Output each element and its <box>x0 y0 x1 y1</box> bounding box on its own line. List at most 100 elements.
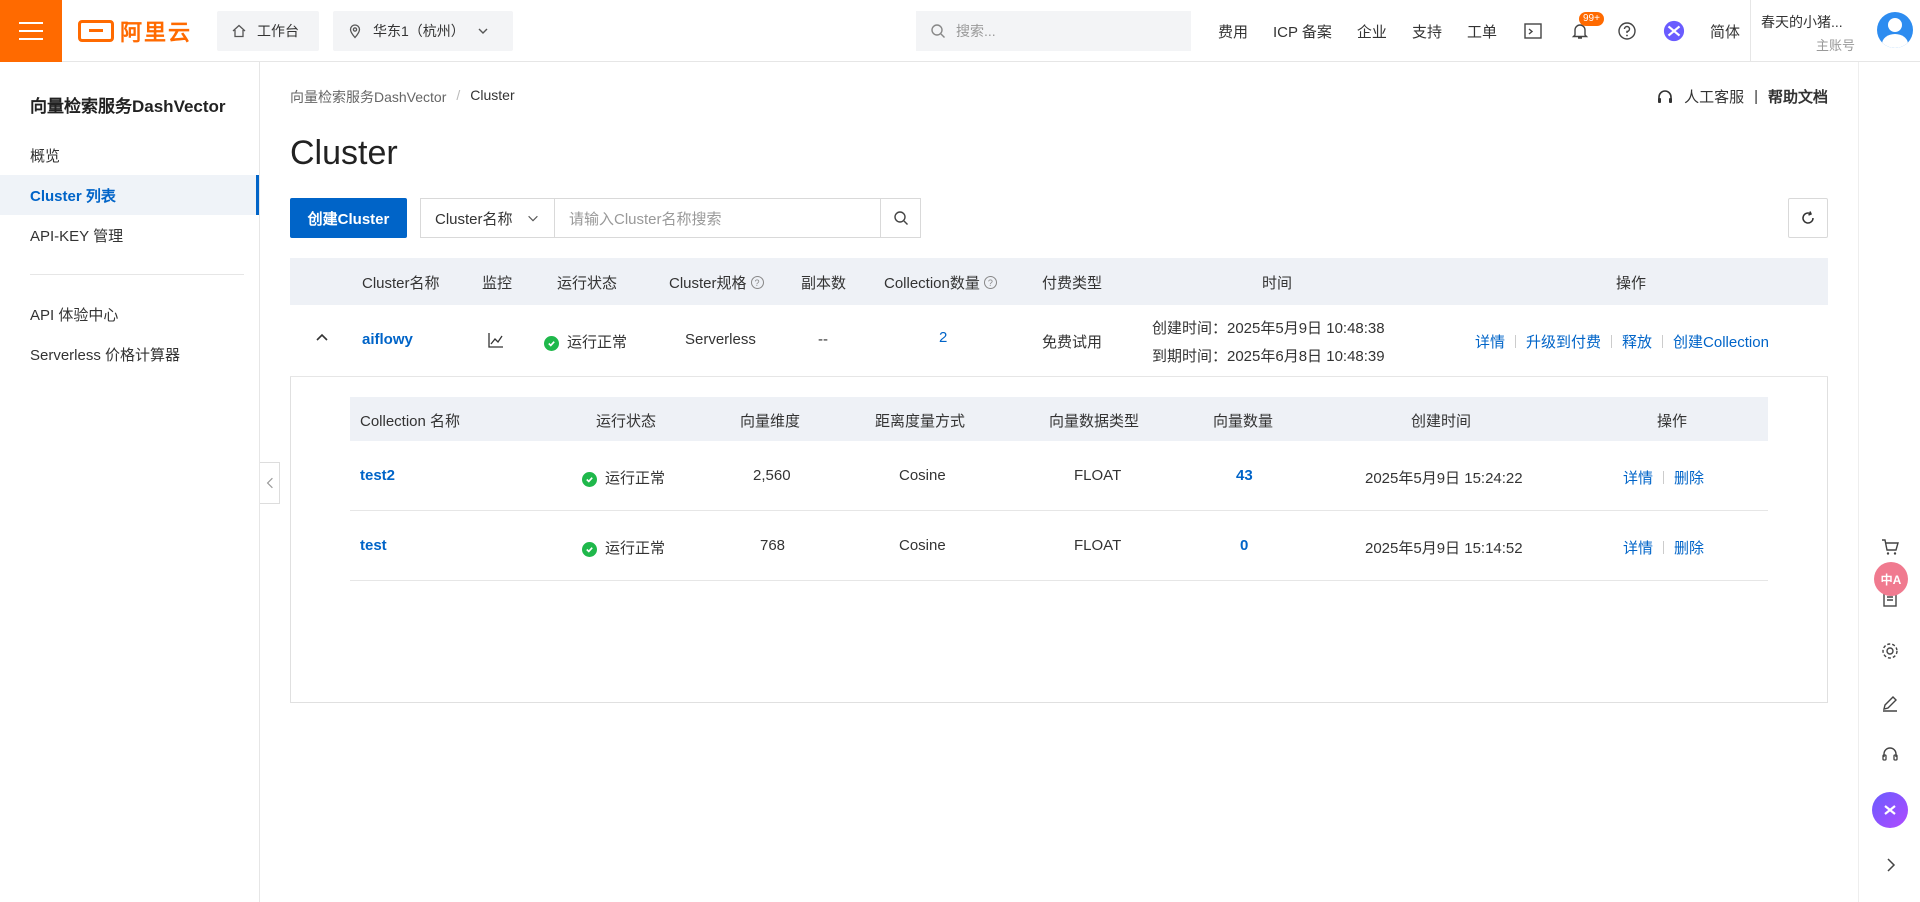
question-icon[interactable]: ? <box>750 276 764 289</box>
header-collection-ops: 操作 <box>1657 413 1688 430</box>
sidebar-title: 向量检索服务DashVector <box>30 97 226 116</box>
page-title: Cluster <box>290 134 398 172</box>
table-row: test2 运行正常 2,560 Cosine FLOAT 43 2025年5月… <box>350 441 1768 511</box>
collapse-row-button[interactable] <box>314 329 330 349</box>
op-divider <box>1662 335 1664 348</box>
support-link[interactable]: 支持 <box>1412 21 1442 42</box>
collection-delete-link[interactable]: 删除 <box>1674 467 1704 488</box>
collection-name-link[interactable]: test2 <box>360 467 395 484</box>
aliyun-logo[interactable]: 阿里云 <box>78 18 192 45</box>
filter-field-select[interactable]: Cluster名称 <box>421 199 555 237</box>
edit-pencil-icon[interactable] <box>1875 688 1905 718</box>
chevron-down-icon <box>478 28 488 34</box>
cluster-search-placeholder: 请输入Cluster名称搜索 <box>569 210 722 228</box>
collection-count-link[interactable]: 2 <box>939 329 947 346</box>
avatar[interactable] <box>1877 12 1913 48</box>
notification-bell-icon[interactable]: 99+ <box>1569 12 1604 42</box>
op-divider <box>1515 335 1517 348</box>
op-divider <box>1663 471 1665 484</box>
sidebar-item-overview[interactable]: 概览 <box>0 135 259 175</box>
vector-count-link[interactable]: 43 <box>1236 467 1253 484</box>
customer-service-link[interactable]: 人工客服 <box>1684 86 1744 107</box>
question-icon[interactable]: ? <box>983 276 997 289</box>
collection-operations: 详情 删除 <box>1623 537 1704 558</box>
chevron-right-icon[interactable] <box>1875 850 1905 880</box>
chevron-up-icon <box>316 333 328 341</box>
breadcrumb-item-current: Cluster <box>470 87 515 103</box>
terminal-icon[interactable] <box>1522 20 1544 42</box>
distance-metric: Cosine <box>899 467 946 484</box>
language-switch[interactable]: 简体 <box>1710 21 1740 42</box>
op-divider <box>1611 335 1613 348</box>
header-cluster-name: Cluster名称 <box>362 275 440 292</box>
success-check-icon <box>582 541 597 557</box>
header-monitor: 监控 <box>482 275 513 292</box>
fees-link[interactable]: 费用 <box>1218 21 1248 42</box>
global-search-input[interactable]: 搜索... <box>916 11 1191 51</box>
upgrade-paid-link[interactable]: 升级到付费 <box>1526 331 1601 352</box>
location-pin-icon <box>349 24 361 39</box>
chevron-down-icon <box>528 215 538 222</box>
sidebar-item-price-calculator[interactable]: Serverless 价格计算器 <box>0 334 259 374</box>
header-collection-status: 运行状态 <box>596 413 657 430</box>
sidebar-collapse-button[interactable] <box>260 462 280 504</box>
help-separator: | <box>1754 88 1758 105</box>
cluster-status: 运行正常 <box>544 331 627 352</box>
region-selector[interactable]: 华东1（杭州） <box>333 11 513 51</box>
vector-count-link[interactable]: 0 <box>1240 537 1248 554</box>
enterprise-link[interactable]: 企业 <box>1357 21 1387 42</box>
ticket-link[interactable]: 工单 <box>1467 21 1497 42</box>
create-collection-link[interactable]: 创建Collection <box>1673 331 1769 352</box>
user-role: 主账号 <box>1816 38 1856 53</box>
user-account-menu[interactable]: 春天的小猪... 主账号 <box>1750 0 1920 62</box>
monitor-chart-icon[interactable] <box>487 331 505 353</box>
header-collections-label: Collection数量 <box>884 275 980 292</box>
sidebar-item-label: API 体验中心 <box>30 306 119 324</box>
search-icon <box>893 211 908 225</box>
collection-created-time: 2025年5月9日 15:24:22 <box>1365 470 1523 487</box>
collection-status-text: 运行正常 <box>605 540 666 557</box>
header-vector-count: 向量数量 <box>1213 413 1274 430</box>
release-link[interactable]: 释放 <box>1622 331 1652 352</box>
collection-detail-link[interactable]: 详情 <box>1623 537 1653 558</box>
cart-icon[interactable] <box>1875 532 1905 562</box>
sidebar-item-api-key[interactable]: API-KEY 管理 <box>0 215 259 255</box>
gear-icon[interactable] <box>1875 636 1905 666</box>
create-cluster-button[interactable]: 创建Cluster <box>290 198 407 238</box>
help-links: 人工客服 | 帮助文档 <box>1656 86 1828 107</box>
breadcrumb-item-service[interactable]: 向量检索服务DashVector <box>290 87 446 107</box>
refresh-button[interactable] <box>1788 198 1828 238</box>
created-time: 创建时间：2025年5月9日 10:48:38 <box>1152 320 1385 337</box>
header-collections: Collection数量? <box>884 272 997 293</box>
workbench-button[interactable]: 工作台 <box>217 11 319 51</box>
sidebar-item-cluster-list[interactable]: Cluster 列表 <box>0 175 259 215</box>
user-name: 春天的小猪... <box>1761 14 1843 30</box>
distance-metric: Cosine <box>899 537 946 554</box>
translate-icon[interactable]: 中A <box>1874 562 1908 596</box>
vector-dimension: 768 <box>760 537 786 554</box>
customer-support-icon[interactable] <box>1875 740 1905 770</box>
cluster-operations: 详情 升级到付费 释放 创建Collection <box>1475 331 1769 352</box>
collection-name-link[interactable]: test <box>360 537 387 554</box>
collection-delete-link[interactable]: 删除 <box>1674 537 1704 558</box>
header-ops: 操作 <box>1616 275 1647 292</box>
help-question-icon[interactable] <box>1616 20 1638 42</box>
collection-expand-panel: Collection 名称 运行状态 向量维度 距离度量方式 向量数据类型 向量… <box>290 377 1828 703</box>
sidebar-item-api-playground[interactable]: API 体验中心 <box>0 294 259 334</box>
workbench-label: 工作台 <box>257 23 299 39</box>
cluster-detail-link[interactable]: 详情 <box>1475 331 1505 352</box>
search-submit-button[interactable] <box>880 199 920 237</box>
collection-detail-link[interactable]: 详情 <box>1623 467 1653 488</box>
sidebar-item-label: API-KEY 管理 <box>30 227 124 245</box>
ai-assistant-icon[interactable] <box>1663 20 1685 42</box>
ai-assistant-icon[interactable] <box>1872 792 1908 828</box>
breadcrumb: 向量检索服务DashVector / Cluster <box>290 87 515 107</box>
icp-link[interactable]: ICP 备案 <box>1273 21 1332 42</box>
hamburger-menu-button[interactable] <box>0 0 62 62</box>
table-row: test 运行正常 768 Cosine FLOAT 0 2025年5月9日 1… <box>350 511 1768 581</box>
help-docs-link[interactable]: 帮助文档 <box>1768 86 1828 107</box>
notification-badge: 99+ <box>1578 12 1604 26</box>
header-spec: Cluster规格? <box>669 272 764 293</box>
cluster-name-link[interactable]: aiflowy <box>362 331 413 348</box>
cluster-search-input[interactable]: 请输入Cluster名称搜索 <box>555 199 880 237</box>
